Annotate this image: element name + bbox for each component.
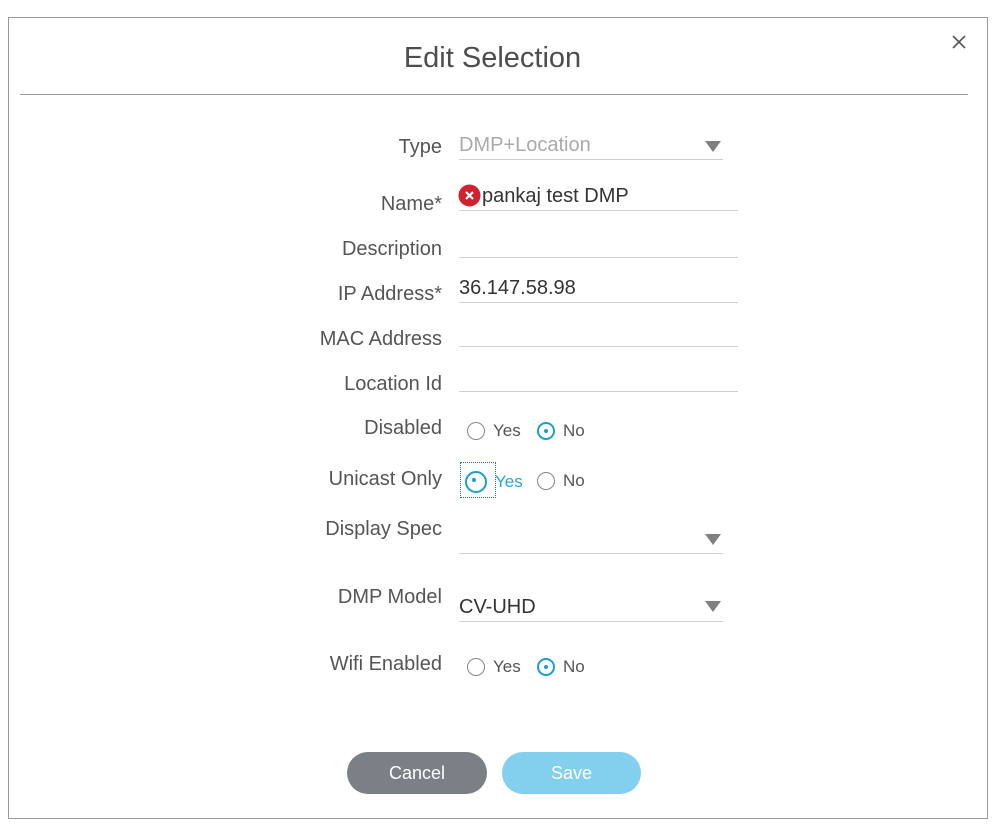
dmp-model-label: DMP Model bbox=[337, 586, 442, 608]
save-button[interactable]: Save bbox=[502, 752, 641, 794]
chevron-down-icon bbox=[705, 141, 721, 152]
wifi-no-label: No bbox=[563, 657, 585, 676]
unicast-yes-label: Yes bbox=[495, 472, 523, 491]
name-label: Name* bbox=[380, 193, 442, 215]
wifi-yes-radio[interactable]: Yes bbox=[467, 657, 521, 677]
radio-on-icon bbox=[537, 422, 555, 440]
radio-on-icon bbox=[537, 658, 555, 676]
radio-on-icon bbox=[465, 471, 487, 493]
display-spec-label: Display Spec bbox=[325, 518, 442, 540]
chevron-down-icon bbox=[705, 601, 721, 612]
dialog-title: Edit Selection bbox=[403, 42, 582, 74]
mac-address-label: MAC Address bbox=[319, 328, 442, 350]
ip-address-label: IP Address* bbox=[337, 283, 442, 305]
dmp-model-select[interactable]: CV-UHD bbox=[459, 596, 723, 622]
description-input[interactable] bbox=[459, 232, 738, 258]
title-divider bbox=[20, 94, 968, 95]
disabled-no-radio[interactable]: No bbox=[537, 421, 585, 441]
name-input[interactable]: pankaj test DMP bbox=[459, 185, 738, 211]
unicast-only-label: Unicast Only bbox=[328, 468, 442, 490]
type-label: Type bbox=[398, 136, 442, 158]
radio-off-icon bbox=[467, 658, 485, 676]
disabled-yes-radio[interactable]: Yes bbox=[467, 421, 521, 441]
mac-address-input[interactable] bbox=[459, 321, 738, 347]
wifi-enabled-label: Wifi Enabled bbox=[329, 653, 442, 675]
radio-off-icon bbox=[467, 422, 485, 440]
ip-address-value: 36.147.58.98 bbox=[459, 277, 576, 299]
description-label: Description bbox=[341, 238, 442, 260]
wifi-yes-label: Yes bbox=[493, 657, 521, 676]
cancel-button[interactable]: Cancel bbox=[347, 752, 487, 794]
display-spec-select[interactable] bbox=[459, 528, 723, 554]
dmp-model-value: CV-UHD bbox=[459, 596, 536, 618]
chevron-down-icon bbox=[705, 534, 721, 545]
radio-off-icon bbox=[537, 472, 555, 490]
unicast-no-radio[interactable]: No bbox=[537, 471, 585, 491]
name-value: pankaj test DMP bbox=[482, 185, 629, 207]
location-id-input[interactable] bbox=[459, 366, 738, 392]
wifi-no-radio[interactable]: No bbox=[537, 657, 585, 677]
unicast-yes-radio[interactable]: Yes bbox=[465, 471, 523, 493]
disabled-no-label: No bbox=[563, 421, 585, 440]
ip-address-input[interactable]: 36.147.58.98 bbox=[459, 277, 738, 303]
unicast-no-label: No bbox=[563, 471, 585, 490]
disabled-label: Disabled bbox=[364, 417, 442, 439]
disabled-yes-label: Yes bbox=[493, 421, 521, 440]
type-value: DMP+Location bbox=[459, 134, 591, 156]
type-select[interactable]: DMP+Location bbox=[459, 134, 723, 160]
location-id-label: Location Id bbox=[344, 373, 442, 395]
